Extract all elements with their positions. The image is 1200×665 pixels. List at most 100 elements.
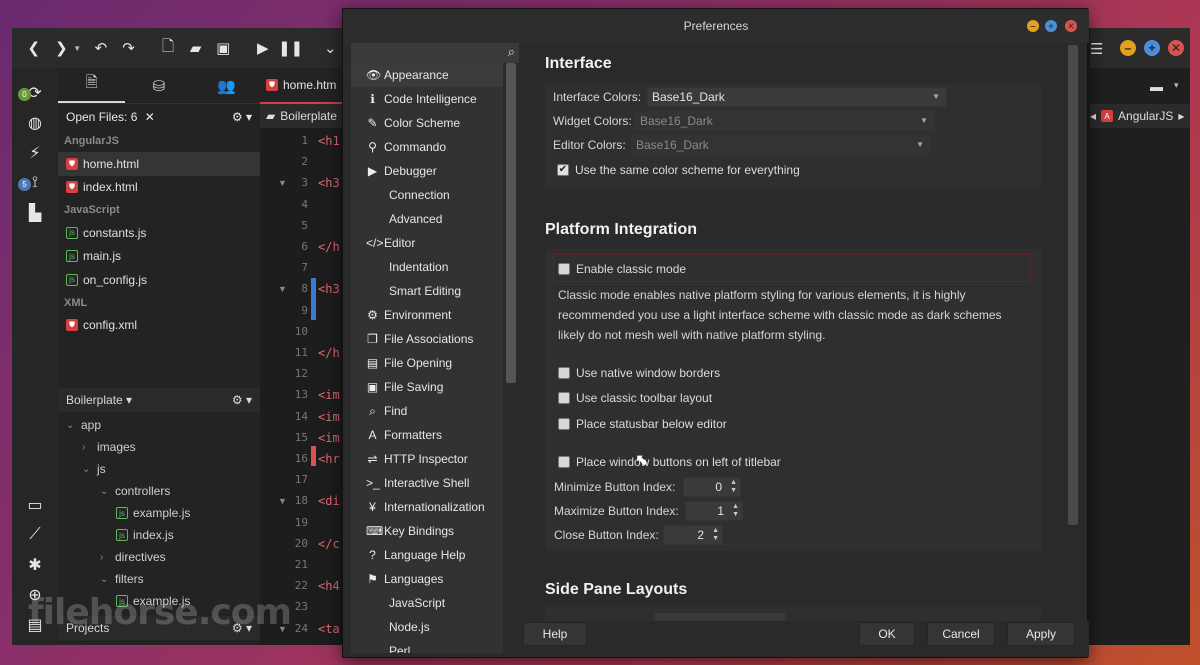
category-item[interactable]: Indentation	[351, 255, 503, 279]
category-item[interactable]: ⌕ Find	[351, 399, 503, 423]
tree-item[interactable]: ⌄ filters	[58, 568, 260, 590]
code-line[interactable]: <h4	[318, 579, 340, 593]
pause-icon[interactable]: ❚❚	[278, 36, 303, 60]
redo-icon[interactable]: ↷	[117, 36, 141, 60]
minimize-index-spinner[interactable]: 0 ▲ ▼	[683, 477, 741, 497]
code-line[interactable]: <h3	[318, 176, 340, 190]
category-item[interactable]: ⚑ Languages	[351, 567, 503, 591]
category-item[interactable]: ℹ Code Intelligence	[351, 87, 503, 111]
interface-colors-select[interactable]: Base16_Dark ▼	[647, 87, 947, 107]
new-file-icon[interactable]: 🗋	[156, 36, 180, 60]
open-file-item[interactable]: ⛊ config.xml	[58, 314, 260, 338]
maximize-icon[interactable]: +	[1144, 40, 1160, 56]
code-line[interactable]: <im	[318, 410, 340, 424]
code-line[interactable]: <h1	[318, 134, 340, 148]
code-line[interactable]: <hr	[318, 452, 340, 466]
project-gear-icon[interactable]: ⚙ ▾	[232, 393, 252, 407]
editor-colors-select[interactable]: Base16_Dark ▼	[631, 135, 931, 155]
code-line[interactable]: <im	[318, 388, 340, 402]
search-icon[interactable]: ⌕	[508, 44, 515, 60]
category-item[interactable]: ❐ File Associations	[351, 327, 503, 351]
files-tab-icon[interactable]: 🗎	[58, 68, 126, 103]
save-icon[interactable]: ▣	[211, 36, 235, 60]
close-icon[interactable]: ✕	[145, 110, 155, 124]
open-folder-icon[interactable]: ▰	[184, 36, 208, 60]
apply-button[interactable]: Apply	[1007, 622, 1075, 646]
code-line[interactable]: <di	[318, 494, 340, 508]
code-line[interactable]: </h	[318, 346, 340, 360]
category-item[interactable]: ▤ File Opening	[351, 351, 503, 375]
back-icon[interactable]: ❮	[22, 36, 46, 60]
menu-icon[interactable]: ☰	[1090, 40, 1103, 58]
project-selector[interactable]: Boilerplate ▾	[66, 393, 132, 407]
maximize-index-spinner[interactable]: 1 ▲ ▼	[685, 501, 743, 521]
forward-icon[interactable]: ❯	[50, 36, 74, 60]
open-file-item[interactable]: js main.js	[58, 245, 260, 269]
category-item[interactable]: ▶ Debugger	[351, 159, 503, 183]
settings-gear-icon[interactable]: ⚙ ▾	[232, 110, 252, 124]
statusbar-checkbox[interactable]: Place statusbar below editor	[558, 417, 727, 431]
ok-button[interactable]: OK	[859, 622, 915, 646]
close-index-spinner[interactable]: 2 ▲ ▼	[663, 525, 723, 545]
category-item[interactable]: ⚲ Commando	[351, 135, 503, 159]
chart-icon[interactable]: ⟋	[22, 524, 48, 546]
tree-item[interactable]: js index.js	[58, 524, 260, 546]
code-line[interactable]: <h3	[318, 282, 340, 296]
undo-icon[interactable]: ↶	[89, 36, 113, 60]
category-item[interactable]: 👁 Appearance	[351, 63, 503, 87]
fold-icon[interactable]: ▼	[278, 284, 287, 294]
category-item[interactable]: ⇌ HTTP Inspector	[351, 447, 503, 471]
minimize-icon[interactable]: –	[1120, 40, 1136, 56]
tree-item[interactable]: ⌄ app	[58, 414, 260, 436]
right-caret-icon[interactable]: ▾	[1174, 80, 1179, 91]
classic-mode-checkbox[interactable]: Enable classic mode	[558, 262, 686, 276]
category-search[interactable]: ⌕	[351, 43, 519, 63]
open-file-item[interactable]: ⛊ index.html	[58, 176, 260, 200]
star-icon[interactable]: ✱	[22, 554, 48, 576]
terminal-icon[interactable]: ▭	[22, 494, 48, 516]
category-item[interactable]: Connection	[351, 183, 503, 207]
dialog-close-icon[interactable]: ✕	[1065, 20, 1077, 32]
code-line[interactable]: </h	[318, 240, 340, 254]
layout-icon[interactable]: ▙	[22, 202, 48, 224]
open-file-item[interactable]: js on_config.js	[58, 268, 260, 292]
category-item[interactable]: ? Language Help	[351, 543, 503, 567]
right-breadcrumb[interactable]: ◂ A AngularJS ▸	[1090, 104, 1190, 128]
tree-item[interactable]: ⌄ js	[58, 458, 260, 480]
tree-item[interactable]: ⌄ controllers	[58, 480, 260, 502]
fold-icon[interactable]: ▼	[278, 178, 287, 188]
code-line[interactable]: <ta	[318, 622, 340, 636]
content-scrollbar-thumb[interactable]	[1068, 45, 1078, 525]
breadcrumb[interactable]: ▰ Boilerplate	[260, 104, 342, 128]
category-item[interactable]: ▣ File Saving	[351, 375, 503, 399]
category-item[interactable]: JavaScript	[351, 591, 503, 615]
widget-colors-select[interactable]: Base16_Dark ▼	[635, 111, 935, 131]
help-button[interactable]: Help	[523, 622, 587, 646]
code-line[interactable]: <im	[318, 431, 340, 445]
category-item[interactable]: Perl	[351, 639, 503, 653]
category-item[interactable]: Advanced	[351, 207, 503, 231]
native-borders-checkbox[interactable]: Use native window borders	[558, 366, 720, 380]
tree-item[interactable]: js example.js	[58, 502, 260, 524]
classic-toolbar-checkbox[interactable]: Use classic toolbar layout	[558, 391, 712, 405]
category-scrollbar-thumb[interactable]	[506, 63, 516, 383]
hat-icon[interactable]: ▬	[1150, 79, 1163, 94]
category-item[interactable]: >_ Interactive Shell	[351, 471, 503, 495]
open-file-item[interactable]: js constants.js	[58, 221, 260, 245]
globe-icon[interactable]: ◍	[22, 112, 48, 134]
dialog-maximize-icon[interactable]: +	[1045, 20, 1057, 32]
lightning-icon[interactable]: ⚡	[22, 142, 48, 164]
category-item[interactable]: ¥ Internationalization	[351, 495, 503, 519]
category-item[interactable]: Node.js	[351, 615, 503, 639]
history-caret-icon[interactable]: ▼	[73, 44, 81, 53]
category-item[interactable]: ✎ Color Scheme	[351, 111, 503, 135]
tree-item[interactable]: › directives	[58, 546, 260, 568]
cancel-button[interactable]: Cancel	[927, 622, 995, 646]
category-item[interactable]: Smart Editing	[351, 279, 503, 303]
fold-icon[interactable]: ▼	[278, 496, 287, 506]
database-tab-icon[interactable]: ⛁	[125, 68, 192, 103]
category-item[interactable]: A Formatters	[351, 423, 503, 447]
dropdown-icon[interactable]: ⌄	[318, 36, 342, 60]
category-item[interactable]: ⌨ Key Bindings	[351, 519, 503, 543]
run-icon[interactable]: ▶	[251, 36, 275, 60]
